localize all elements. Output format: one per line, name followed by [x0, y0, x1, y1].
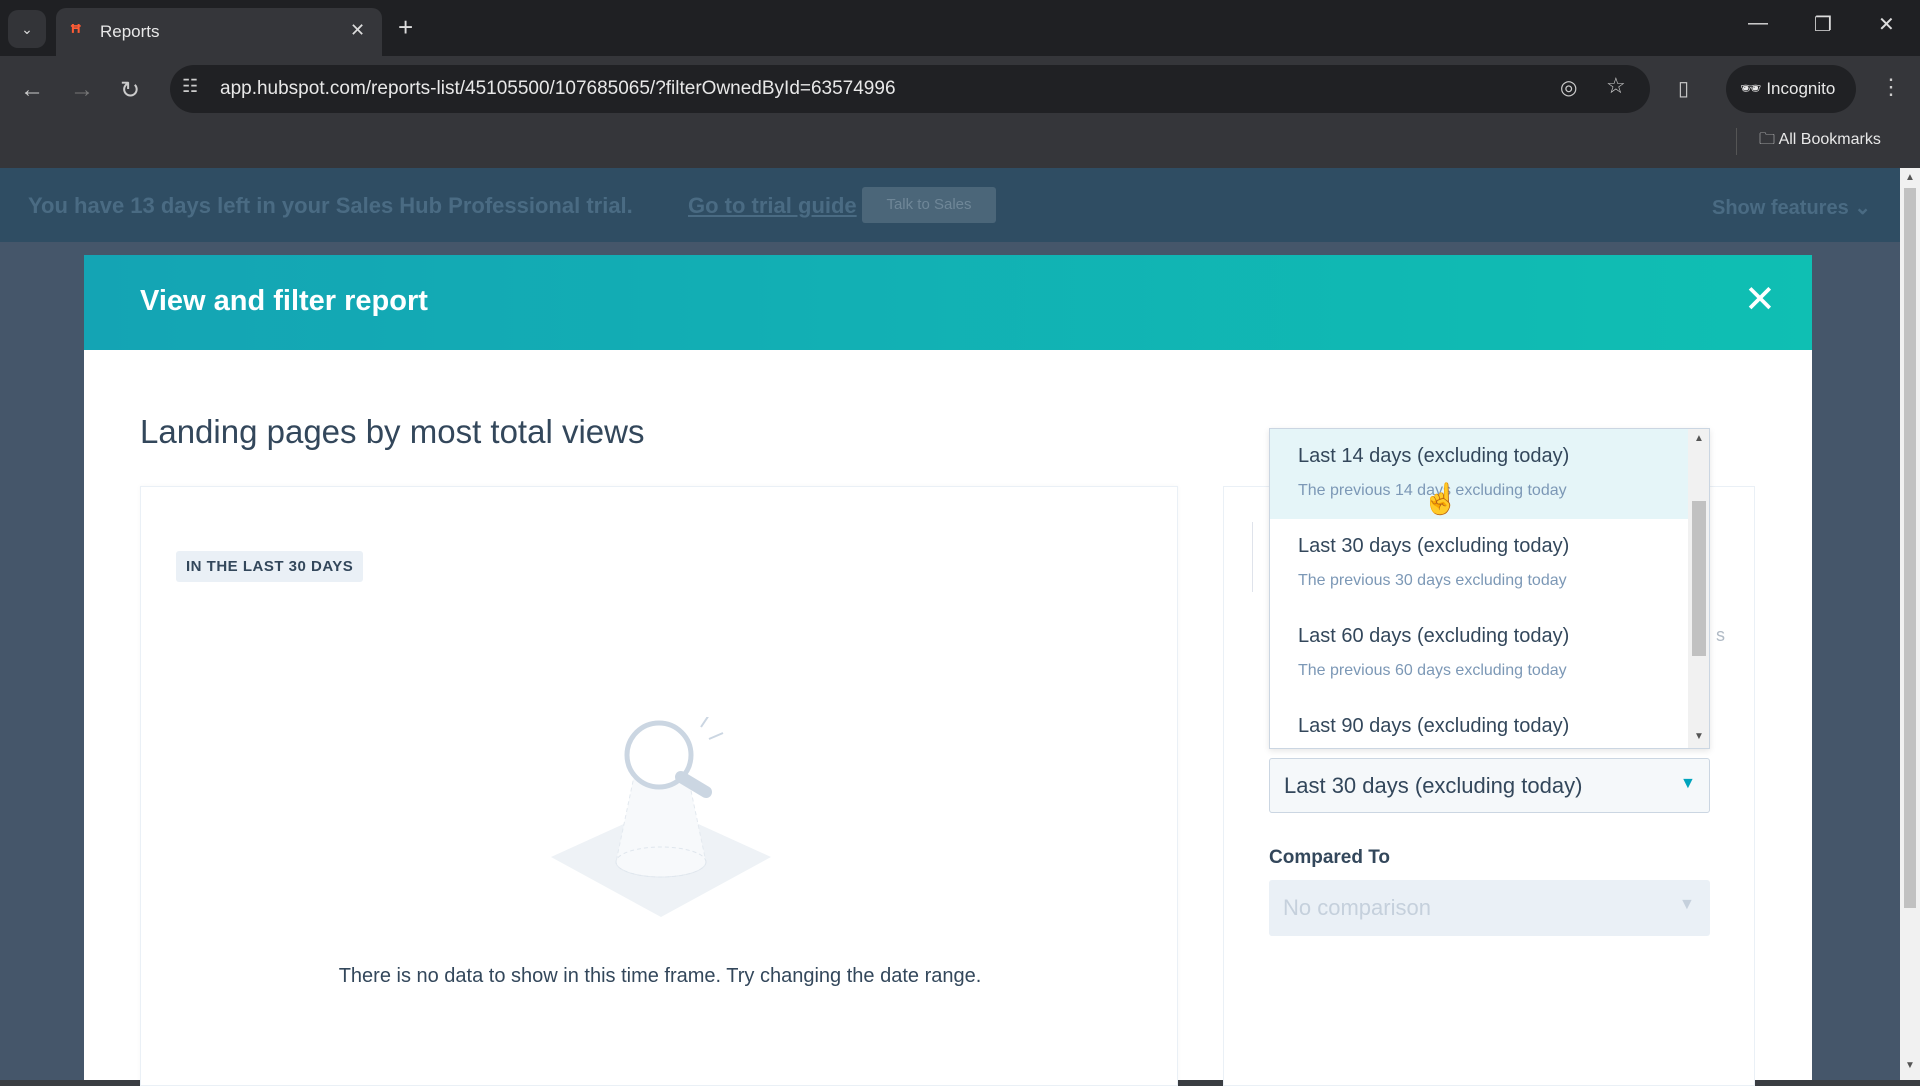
- browser-tab[interactable]: ꟸ Reports ✕: [56, 8, 382, 56]
- window-close-button[interactable]: ✕: [1878, 12, 1895, 37]
- scroll-up-icon[interactable]: ▲: [1905, 172, 1915, 183]
- compared-to-value: No comparison: [1283, 895, 1431, 920]
- date-option[interactable]: Last 90 days (excluding today): [1270, 699, 1688, 748]
- compared-to-label: Compared To: [1269, 847, 1391, 868]
- dropdown-scrollbar[interactable]: ▲ ▼: [1688, 429, 1709, 748]
- bookmarks-label: All Bookmarks: [1778, 131, 1881, 148]
- trial-guide-link[interactable]: Go to trial guide: [688, 193, 857, 219]
- reload-icon[interactable]: ↻: [120, 76, 140, 105]
- option-label: Last 60 days (excluding today): [1298, 625, 1570, 647]
- new-tab-button[interactable]: +: [398, 12, 413, 43]
- address-bar[interactable]: ☷ app.hubspot.com/reports-list/45105500/…: [170, 65, 1650, 113]
- url-text[interactable]: app.hubspot.com/reports-list/45105500/10…: [220, 78, 896, 100]
- page-scrollbar[interactable]: ▲ ▼: [1900, 168, 1920, 1080]
- show-features-button[interactable]: Show features ⌄: [1712, 195, 1871, 220]
- all-bookmarks[interactable]: 🗀 All Bookmarks: [1736, 128, 1881, 155]
- talk-to-sales-button[interactable]: Talk to Sales: [862, 187, 996, 223]
- tab-close-icon[interactable]: ✕: [350, 20, 365, 41]
- empty-state-message: There is no data to show in this time fr…: [338, 965, 982, 987]
- hand-cursor-icon: ☝: [1422, 483, 1460, 516]
- tab-search-button[interactable]: ⌄: [8, 10, 46, 48]
- incognito-icon: 🕶: [1740, 79, 1767, 98]
- trial-banner: You have 13 days left in your Sales Hub …: [0, 168, 1900, 242]
- divider: [1252, 522, 1253, 592]
- scroll-down-icon[interactable]: ▼: [1905, 1060, 1915, 1071]
- scroll-up-icon[interactable]: ▲: [1694, 433, 1704, 444]
- report-title: Landing pages by most total views: [140, 413, 645, 450]
- site-settings-icon[interactable]: ☷: [182, 76, 198, 97]
- tracking-eye-off-icon[interactable]: ◎: [1560, 75, 1577, 100]
- side-panel-icon[interactable]: ▯: [1678, 76, 1689, 101]
- option-label: Last 30 days (excluding today): [1298, 535, 1570, 557]
- back-icon[interactable]: ←: [20, 76, 44, 104]
- bookmark-star-icon[interactable]: ☆: [1606, 73, 1626, 99]
- compared-to-select[interactable]: No comparison ▼: [1269, 880, 1710, 936]
- scroll-thumb[interactable]: [1692, 501, 1706, 656]
- browser-menu-icon[interactable]: ⋮: [1880, 74, 1902, 100]
- option-label: Last 14 days (excluding today): [1298, 445, 1570, 467]
- forward-icon[interactable]: →: [70, 76, 94, 104]
- option-description: The previous 30 days excluding today: [1298, 572, 1567, 589]
- magnifier-empty-state-icon: [551, 717, 771, 917]
- restore-button[interactable]: ❐: [1814, 12, 1832, 37]
- date-range-dropdown-list[interactable]: Last 14 days (excluding today) The previo…: [1269, 428, 1710, 749]
- report-preview-card: IN THE LAST 30 DAYS There is no data to …: [140, 486, 1178, 1086]
- caret-down-icon: ▼: [1679, 896, 1695, 913]
- modal-close-icon[interactable]: ✕: [1744, 277, 1776, 322]
- caret-down-icon: ▼: [1680, 775, 1696, 792]
- scroll-thumb[interactable]: [1904, 188, 1916, 908]
- minimize-button[interactable]: —: [1748, 12, 1768, 35]
- tab-title: Reports: [100, 22, 160, 41]
- option-description: The previous 60 days excluding today: [1298, 662, 1567, 679]
- date-range-select[interactable]: Last 30 days (excluding today) ▼: [1269, 758, 1710, 813]
- folder-icon: 🗀: [1759, 131, 1779, 148]
- hubspot-favicon-icon: ꟸ: [70, 22, 82, 44]
- hidden-label-fragment: s: [1716, 625, 1725, 645]
- incognito-indicator[interactable]: 🕶 Incognito: [1726, 65, 1856, 113]
- modal-header: View and filter report ✕: [84, 255, 1812, 350]
- browser-tab-bar: ⌄ ꟸ Reports ✕ + — ❐ ✕: [0, 0, 1920, 56]
- trial-message: You have 13 days left in your Sales Hub …: [28, 193, 633, 218]
- date-range-badge: IN THE LAST 30 DAYS: [176, 551, 364, 582]
- scroll-down-icon[interactable]: ▼: [1694, 731, 1704, 742]
- date-option[interactable]: Last 14 days (excluding today) The previo…: [1270, 429, 1688, 519]
- view-filter-modal: View and filter report ✕ Landing pages b…: [84, 255, 1812, 1086]
- browser-toolbar: ← → ↻ ☷ app.hubspot.com/reports-list/451…: [0, 56, 1920, 168]
- modal-title: View and filter report: [140, 285, 428, 317]
- date-option[interactable]: Last 30 days (excluding today) The previo…: [1270, 519, 1688, 609]
- date-option[interactable]: Last 60 days (excluding today) The previo…: [1270, 609, 1688, 699]
- option-description: The previous 14 days excluding today: [1298, 482, 1567, 499]
- incognito-label: Incognito: [1766, 79, 1836, 98]
- option-label: Last 90 days (excluding today): [1298, 715, 1570, 737]
- date-range-value: Last 30 days (excluding today): [1284, 773, 1583, 798]
